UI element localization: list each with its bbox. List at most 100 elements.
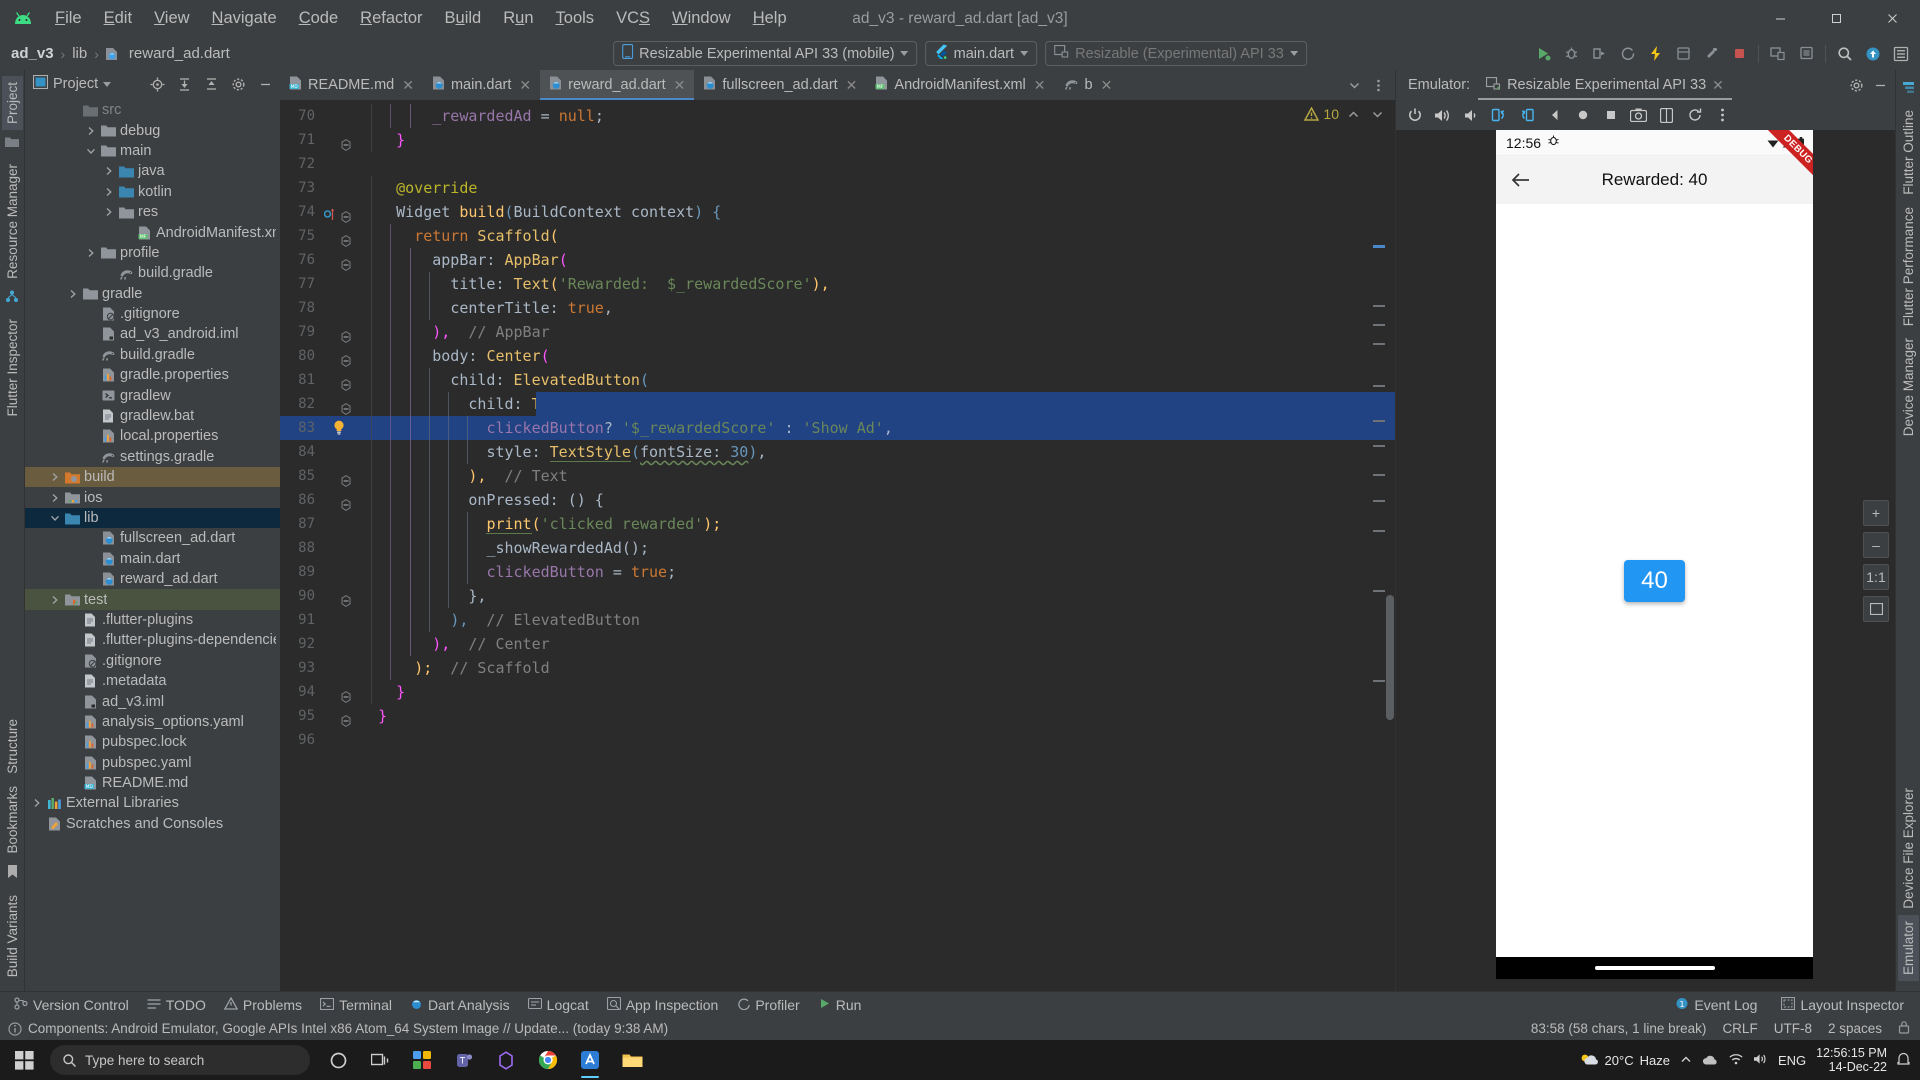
- indent-setting[interactable]: 2 spaces: [1828, 1021, 1882, 1036]
- sidebar-item-structure[interactable]: Structure: [2, 713, 23, 780]
- tree-twisty-icon[interactable]: [83, 146, 99, 156]
- build-button[interactable]: [1698, 41, 1724, 67]
- editor-tab-main-dart[interactable]: main.dart ✕: [423, 70, 540, 100]
- gutter-marks[interactable]: [324, 680, 358, 704]
- weather-widget[interactable]: 20°C Haze: [1579, 1053, 1670, 1068]
- code-line[interactable]: 89 clickedButton = true;: [280, 560, 1395, 584]
- code-line[interactable]: 94 }: [280, 680, 1395, 704]
- start-button[interactable]: [0, 1040, 48, 1080]
- tree-item-src[interactable]: src: [25, 100, 280, 120]
- tree-item-ad-v3-android-iml[interactable]: ad_v3_android.iml: [25, 324, 280, 344]
- tree-item-pubspec-lock[interactable]: pubspec.lock: [25, 732, 280, 752]
- restore-icon[interactable]: [1682, 103, 1707, 128]
- tree-item-androidmanifest-xml[interactable]: MF AndroidManifest.xml: [25, 222, 280, 242]
- code-line[interactable]: 84 style: TextStyle(fontSize: 30),: [280, 440, 1395, 464]
- code-line[interactable]: 88 _showRewardedAd();: [280, 536, 1395, 560]
- gutter-marks[interactable]: [324, 656, 358, 680]
- menu-build[interactable]: Build: [434, 6, 493, 31]
- gutter-marks[interactable]: [324, 416, 358, 440]
- code-line[interactable]: 91 ), // ElevatedButton: [280, 608, 1395, 632]
- updates-icon[interactable]: [1860, 41, 1886, 67]
- tree-item-fullscreen-ad-dart[interactable]: fullscreen_ad.dart: [25, 528, 280, 548]
- tool-window-event-log[interactable]: 1 Event Log: [1667, 995, 1765, 1015]
- zoom-fit-button[interactable]: [1863, 595, 1889, 622]
- tree-item-profile[interactable]: profile: [25, 243, 280, 263]
- home-icon[interactable]: [1570, 103, 1595, 128]
- code-line[interactable]: 83 clickedButton? '$_rewardedScore' : 'S…: [280, 416, 1395, 440]
- tree-item-build-gradle[interactable]: build.gradle: [25, 345, 280, 365]
- zoom-in-button[interactable]: +: [1863, 499, 1889, 526]
- tree-item-gradlew-bat[interactable]: gradlew.bat: [25, 406, 280, 426]
- cortana-icon[interactable]: [318, 1040, 358, 1080]
- project-scope-chevron-icon[interactable]: [103, 81, 112, 87]
- device-selector[interactable]: Resizable Experimental API 33 (mobile): [613, 41, 918, 66]
- gear-icon[interactable]: [1888, 41, 1914, 67]
- tree-twisty-icon[interactable]: [83, 248, 99, 258]
- gutter-marks[interactable]: [324, 584, 358, 608]
- tree-item--gitignore[interactable]: .gitignore: [25, 304, 280, 324]
- rotate-left-icon[interactable]: [1486, 103, 1511, 128]
- screenshot-icon[interactable]: [1626, 103, 1651, 128]
- tree-item--flutter-plugins-dependencies[interactable]: .flutter-plugins-dependencies: [25, 630, 280, 650]
- editor-tab-androidmanifest-xml[interactable]: MF AndroidManifest.xml ✕: [866, 70, 1054, 100]
- code-line[interactable]: 86 onPressed: () {: [280, 488, 1395, 512]
- expand-all-button[interactable]: [173, 73, 195, 95]
- language-indicator[interactable]: ENG: [1778, 1053, 1806, 1068]
- menu-file[interactable]: File: [44, 6, 93, 31]
- editor-tab-reward-ad-dart[interactable]: reward_ad.dart ✕: [540, 70, 695, 100]
- attach-debugger-button[interactable]: [1586, 41, 1612, 67]
- scrollbar-thumb[interactable]: [1386, 595, 1394, 720]
- menu-window[interactable]: Window: [661, 6, 742, 31]
- code-line[interactable]: 92 ), // Center: [280, 632, 1395, 656]
- gutter-marks[interactable]: [324, 368, 358, 392]
- hide-panel-button[interactable]: [254, 73, 276, 95]
- tree-twisty-icon[interactable]: [29, 798, 45, 808]
- code-line[interactable]: 96: [280, 728, 1395, 752]
- tree-item-build-gradle[interactable]: build.gradle: [25, 263, 280, 283]
- bookmark-icon[interactable]: [7, 864, 18, 884]
- code-editor[interactable]: 70 _rewardedAd = null; 71 } 72 73 @override…: [280, 100, 1395, 991]
- zoom-actual-size-button[interactable]: 1:1: [1863, 563, 1889, 590]
- close-tab-icon[interactable]: ✕: [1101, 77, 1113, 94]
- code-line[interactable]: 74 Widget build(BuildContext context) {: [280, 200, 1395, 224]
- zoom-out-button[interactable]: –: [1863, 531, 1889, 558]
- tabs-chevron-down-icon[interactable]: [1343, 74, 1365, 96]
- code-line[interactable]: 90 },: [280, 584, 1395, 608]
- code-line[interactable]: 87 print('clicked rewarded');: [280, 512, 1395, 536]
- menu-code[interactable]: Code: [288, 6, 349, 31]
- sidebar-item-device-file-explorer[interactable]: Device File Explorer: [1898, 782, 1919, 915]
- breadcrumb-file[interactable]: reward_ad.dart: [126, 43, 233, 64]
- code-line[interactable]: 75 return Scaffold(: [280, 224, 1395, 248]
- sidebar-item-flutter-outline[interactable]: Flutter Outline: [1898, 104, 1919, 201]
- tool-window-version-control[interactable]: Version Control: [6, 995, 137, 1015]
- tray-chevron-icon[interactable]: [1680, 1053, 1692, 1068]
- task-view-icon[interactable]: [360, 1040, 400, 1080]
- tool-window-run[interactable]: Run: [810, 995, 870, 1015]
- code-line[interactable]: 70 _rewardedAd = null;: [280, 104, 1395, 128]
- gutter-marks[interactable]: [324, 152, 358, 176]
- editor-tab-fullscreen-ad-dart[interactable]: fullscreen_ad.dart ✕: [694, 70, 866, 100]
- sidebar-item-flutter-performance[interactable]: Flutter Performance: [1898, 201, 1919, 332]
- tree-item-build[interactable]: build: [25, 467, 280, 488]
- debug-button[interactable]: [1558, 41, 1584, 67]
- chrome-icon[interactable]: [528, 1040, 568, 1080]
- menu-refactor[interactable]: Refactor: [349, 6, 433, 31]
- lock-icon[interactable]: [1898, 1020, 1910, 1037]
- network-icon[interactable]: [1729, 1053, 1743, 1068]
- close-tab-icon[interactable]: ✕: [674, 77, 686, 94]
- code-line[interactable]: 78 centerTitle: true,: [280, 296, 1395, 320]
- fold-device-icon[interactable]: [1654, 103, 1679, 128]
- flutter-outline-icon[interactable]: [1902, 81, 1915, 99]
- editor-more-icon[interactable]: [1367, 74, 1389, 96]
- sidebar-item-resource-manager[interactable]: Resource Manager: [2, 158, 23, 285]
- emulator-hide-button[interactable]: [1869, 74, 1891, 96]
- menu-edit[interactable]: Edit: [93, 6, 143, 31]
- widgets-icon[interactable]: [402, 1040, 442, 1080]
- taskbar-search-box[interactable]: Type here to search: [50, 1045, 310, 1075]
- tree-item-debug[interactable]: debug: [25, 120, 280, 140]
- close-tab-icon[interactable]: ✕: [519, 77, 531, 94]
- code-line[interactable]: 82 child: Text(: [280, 392, 1395, 416]
- back-icon[interactable]: [1542, 103, 1567, 128]
- stop-button[interactable]: [1726, 41, 1752, 67]
- tree-twisty-icon[interactable]: [47, 513, 63, 523]
